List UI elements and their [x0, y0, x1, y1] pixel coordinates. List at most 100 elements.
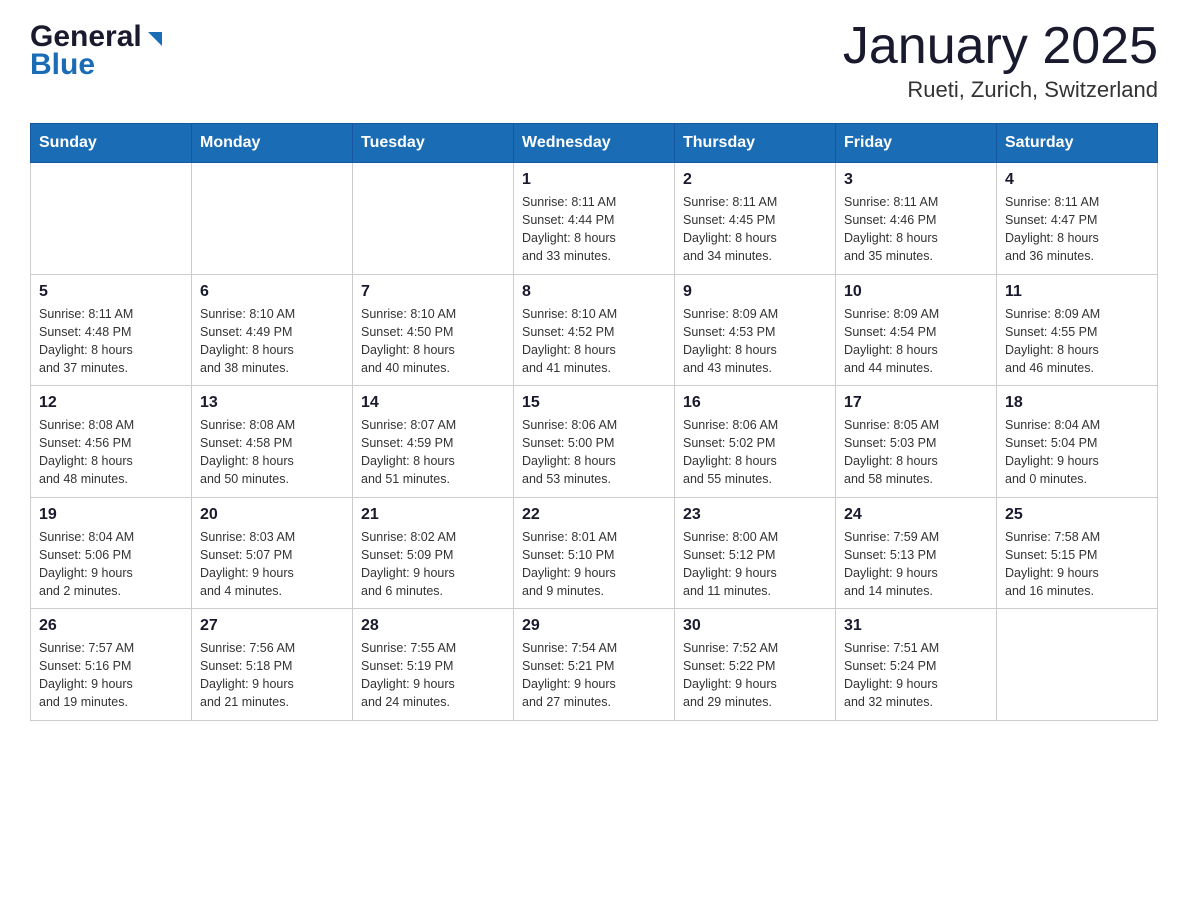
day-number: 21	[361, 506, 505, 524]
day-info: Sunrise: 8:10 AM Sunset: 4:52 PM Dayligh…	[522, 305, 666, 378]
calendar-day-8: 8Sunrise: 8:10 AM Sunset: 4:52 PM Daylig…	[514, 274, 675, 386]
day-info: Sunrise: 8:00 AM Sunset: 5:12 PM Dayligh…	[683, 528, 827, 601]
calendar-day-25: 25 Sunrise: 7:58 AM Sunset: 5:15 PM Dayli…	[997, 497, 1158, 609]
calendar-day-14: 14Sunrise: 8:07 AM Sunset: 4:59 PM Dayli…	[353, 386, 514, 498]
day-info: Sunrise: 7:56 AM Sunset: 5:18 PM Dayligh…	[200, 639, 344, 712]
calendar-header-row: SundayMondayTuesdayWednesdayThursdayFrid…	[31, 124, 1158, 163]
day-number: 2	[683, 171, 827, 189]
day-info: Sunrise: 8:10 AM Sunset: 4:49 PM Dayligh…	[200, 305, 344, 378]
day-info: Sunrise: 8:07 AM Sunset: 4:59 PM Dayligh…	[361, 416, 505, 489]
calendar-day-27: 27 Sunrise: 7:56 AM Sunset: 5:18 PM Dayli…	[192, 609, 353, 721]
page-header: General Blue January 2025 Rueti, Zurich,…	[30, 20, 1158, 103]
day-number: 28	[361, 617, 505, 635]
calendar-day-6: 6 Sunrise: 8:10 AM Sunset: 4:49 PM Daylig…	[192, 274, 353, 386]
day-number: 3	[844, 171, 988, 189]
calendar-day-18: 18 Sunrise: 8:04 AM Sunset: 5:04 PM Dayli…	[997, 386, 1158, 498]
day-info: Sunrise: 8:06 AM Sunset: 5:00 PM Dayligh…	[522, 416, 666, 489]
day-number: 12	[39, 394, 183, 412]
day-info: Sunrise: 8:09 AM Sunset: 4:54 PM Dayligh…	[844, 305, 988, 378]
day-info: Sunrise: 8:11 AM Sunset: 4:44 PM Dayligh…	[522, 193, 666, 266]
day-info: Sunrise: 8:09 AM Sunset: 4:53 PM Dayligh…	[683, 305, 827, 378]
calendar-day-5: 5 Sunrise: 8:11 AM Sunset: 4:48 PM Daylig…	[31, 274, 192, 386]
day-info: Sunrise: 7:51 AM Sunset: 5:24 PM Dayligh…	[844, 639, 988, 712]
logo-triangle-icon	[144, 28, 166, 50]
calendar-week-row: 1Sunrise: 8:11 AM Sunset: 4:44 PM Daylig…	[31, 163, 1158, 275]
day-number: 10	[844, 283, 988, 301]
calendar-week-row: 5 Sunrise: 8:11 AM Sunset: 4:48 PM Daylig…	[31, 274, 1158, 386]
calendar-day-23: 23 Sunrise: 8:00 AM Sunset: 5:12 PM Dayli…	[675, 497, 836, 609]
day-number: 15	[522, 394, 666, 412]
day-info: Sunrise: 8:11 AM Sunset: 4:47 PM Dayligh…	[1005, 193, 1149, 266]
day-number: 4	[1005, 171, 1149, 189]
calendar-header-tuesday: Tuesday	[353, 124, 514, 163]
day-number: 23	[683, 506, 827, 524]
day-info: Sunrise: 8:11 AM Sunset: 4:46 PM Dayligh…	[844, 193, 988, 266]
calendar-day-20: 20 Sunrise: 8:03 AM Sunset: 5:07 PM Dayli…	[192, 497, 353, 609]
calendar-day-3: 3 Sunrise: 8:11 AM Sunset: 4:46 PM Daylig…	[836, 163, 997, 275]
month-title: January 2025	[843, 20, 1158, 72]
day-number: 9	[683, 283, 827, 301]
day-number: 13	[200, 394, 344, 412]
calendar-day-21: 21 Sunrise: 8:02 AM Sunset: 5:09 PM Dayli…	[353, 497, 514, 609]
calendar-header-thursday: Thursday	[675, 124, 836, 163]
day-info: Sunrise: 8:03 AM Sunset: 5:07 PM Dayligh…	[200, 528, 344, 601]
title-section: January 2025 Rueti, Zurich, Switzerland	[843, 20, 1158, 103]
calendar-header-wednesday: Wednesday	[514, 124, 675, 163]
day-number: 31	[844, 617, 988, 635]
day-info: Sunrise: 8:08 AM Sunset: 4:58 PM Dayligh…	[200, 416, 344, 489]
day-number: 26	[39, 617, 183, 635]
day-number: 27	[200, 617, 344, 635]
day-info: Sunrise: 8:02 AM Sunset: 5:09 PM Dayligh…	[361, 528, 505, 601]
calendar-day-15: 15 Sunrise: 8:06 AM Sunset: 5:00 PM Dayli…	[514, 386, 675, 498]
day-number: 30	[683, 617, 827, 635]
calendar-day-4: 4 Sunrise: 8:11 AM Sunset: 4:47 PM Daylig…	[997, 163, 1158, 275]
calendar-header-friday: Friday	[836, 124, 997, 163]
calendar-day-30: 30 Sunrise: 7:52 AM Sunset: 5:22 PM Dayli…	[675, 609, 836, 721]
calendar-header-saturday: Saturday	[997, 124, 1158, 163]
logo-blue-text: Blue	[30, 48, 168, 82]
day-number: 20	[200, 506, 344, 524]
day-info: Sunrise: 8:04 AM Sunset: 5:04 PM Dayligh…	[1005, 416, 1149, 489]
calendar-day-11: 11 Sunrise: 8:09 AM Sunset: 4:55 PM Dayli…	[997, 274, 1158, 386]
calendar-week-row: 12 Sunrise: 8:08 AM Sunset: 4:56 PM Dayli…	[31, 386, 1158, 498]
day-number: 25	[1005, 506, 1149, 524]
day-number: 19	[39, 506, 183, 524]
calendar-header-monday: Monday	[192, 124, 353, 163]
day-info: Sunrise: 8:08 AM Sunset: 4:56 PM Dayligh…	[39, 416, 183, 489]
logo: General Blue	[30, 20, 168, 82]
location: Rueti, Zurich, Switzerland	[843, 77, 1158, 103]
calendar-day-empty	[192, 163, 353, 275]
day-info: Sunrise: 8:10 AM Sunset: 4:50 PM Dayligh…	[361, 305, 505, 378]
day-number: 11	[1005, 283, 1149, 301]
day-info: Sunrise: 7:59 AM Sunset: 5:13 PM Dayligh…	[844, 528, 988, 601]
day-info: Sunrise: 7:52 AM Sunset: 5:22 PM Dayligh…	[683, 639, 827, 712]
day-number: 16	[683, 394, 827, 412]
day-number: 18	[1005, 394, 1149, 412]
day-info: Sunrise: 8:06 AM Sunset: 5:02 PM Dayligh…	[683, 416, 827, 489]
day-info: Sunrise: 8:05 AM Sunset: 5:03 PM Dayligh…	[844, 416, 988, 489]
calendar-header-sunday: Sunday	[31, 124, 192, 163]
day-info: Sunrise: 8:01 AM Sunset: 5:10 PM Dayligh…	[522, 528, 666, 601]
calendar-week-row: 19Sunrise: 8:04 AM Sunset: 5:06 PM Dayli…	[31, 497, 1158, 609]
day-number: 29	[522, 617, 666, 635]
day-info: Sunrise: 8:11 AM Sunset: 4:45 PM Dayligh…	[683, 193, 827, 266]
day-info: Sunrise: 8:11 AM Sunset: 4:48 PM Dayligh…	[39, 305, 183, 378]
calendar-day-26: 26Sunrise: 7:57 AM Sunset: 5:16 PM Dayli…	[31, 609, 192, 721]
calendar-day-13: 13 Sunrise: 8:08 AM Sunset: 4:58 PM Dayli…	[192, 386, 353, 498]
calendar-day-24: 24 Sunrise: 7:59 AM Sunset: 5:13 PM Dayli…	[836, 497, 997, 609]
calendar-week-row: 26Sunrise: 7:57 AM Sunset: 5:16 PM Dayli…	[31, 609, 1158, 721]
calendar-day-31: 31 Sunrise: 7:51 AM Sunset: 5:24 PM Dayli…	[836, 609, 997, 721]
day-info: Sunrise: 7:58 AM Sunset: 5:15 PM Dayligh…	[1005, 528, 1149, 601]
calendar-day-2: 2 Sunrise: 8:11 AM Sunset: 4:45 PM Daylig…	[675, 163, 836, 275]
calendar-day-7: 7Sunrise: 8:10 AM Sunset: 4:50 PM Daylig…	[353, 274, 514, 386]
calendar-day-17: 17Sunrise: 8:05 AM Sunset: 5:03 PM Dayli…	[836, 386, 997, 498]
day-info: Sunrise: 8:09 AM Sunset: 4:55 PM Dayligh…	[1005, 305, 1149, 378]
day-number: 5	[39, 283, 183, 301]
calendar-day-empty	[997, 609, 1158, 721]
day-number: 24	[844, 506, 988, 524]
day-number: 6	[200, 283, 344, 301]
calendar-day-9: 9 Sunrise: 8:09 AM Sunset: 4:53 PM Daylig…	[675, 274, 836, 386]
calendar-day-19: 19Sunrise: 8:04 AM Sunset: 5:06 PM Dayli…	[31, 497, 192, 609]
day-info: Sunrise: 7:55 AM Sunset: 5:19 PM Dayligh…	[361, 639, 505, 712]
calendar-day-16: 16 Sunrise: 8:06 AM Sunset: 5:02 PM Dayli…	[675, 386, 836, 498]
